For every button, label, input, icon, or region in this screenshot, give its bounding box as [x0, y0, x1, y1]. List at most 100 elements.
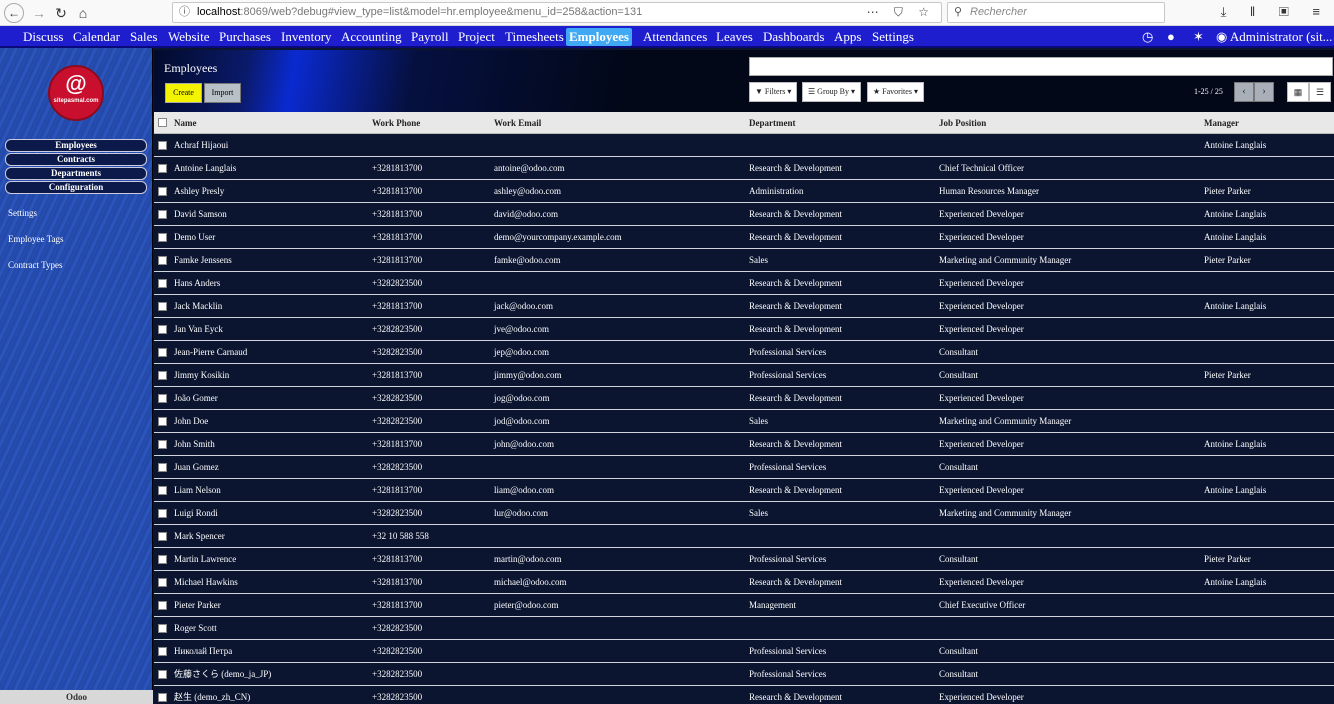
row-checkbox[interactable] — [158, 279, 167, 288]
sidebar-link-settings[interactable]: Settings — [8, 208, 37, 218]
filters-dropdown[interactable]: ▼ Filters ▾ — [749, 82, 798, 102]
app-menu-attendances[interactable]: Attendances — [640, 28, 710, 46]
page-actions-icon[interactable]: ⋯ ⛉ ☆ — [867, 3, 935, 22]
search-input[interactable] — [749, 57, 1333, 76]
row-checkbox[interactable] — [158, 463, 167, 472]
table-row[interactable]: Antoine Langlais +3281813700 antoine@odoo.… — [154, 157, 1334, 180]
table-row[interactable]: Roger Scott +3282823500 — [154, 617, 1334, 640]
row-checkbox[interactable] — [158, 601, 167, 610]
app-menu-project[interactable]: Project — [455, 28, 498, 46]
column-header-name[interactable]: Name — [174, 112, 197, 134]
column-header-work-phone[interactable]: Work Phone — [372, 112, 420, 134]
table-row[interactable]: Jimmy Kosikin +3281813700 jimmy@odoo.com Pr… — [154, 364, 1334, 387]
table-row[interactable]: Jack Macklin +3281813700 jack@odoo.com Rese… — [154, 295, 1334, 318]
sidebar-item-departments[interactable]: Departments — [5, 167, 147, 180]
chat-icon[interactable]: ● — [1167, 28, 1175, 46]
import-button[interactable]: Import — [204, 83, 241, 103]
table-row[interactable]: Jean-Pierre Carnaud +3282823500 jep@odoo.c… — [154, 341, 1334, 364]
app-menu-website[interactable]: Website — [165, 28, 213, 46]
powered-by-footer[interactable]: Odoo — [0, 690, 153, 704]
sidebar-item-contracts[interactable]: Contracts — [5, 153, 147, 166]
row-checkbox[interactable] — [158, 141, 167, 150]
app-menu-settings[interactable]: Settings — [869, 28, 917, 46]
app-menu-sales[interactable]: Sales — [127, 28, 160, 46]
table-row[interactable]: João Gomer +3282823500 jog@odoo.com Researc… — [154, 387, 1334, 410]
row-checkbox[interactable] — [158, 164, 167, 173]
browser-search-input[interactable]: ⚲ Rechercher — [947, 2, 1165, 23]
row-checkbox[interactable] — [158, 578, 167, 587]
table-row[interactable]: Pieter Parker +3281813700 pieter@odoo.com M… — [154, 594, 1334, 617]
row-checkbox[interactable] — [158, 624, 167, 633]
pager-value[interactable]: 1-25 / 25 — [1194, 87, 1223, 96]
row-checkbox[interactable] — [158, 647, 167, 656]
app-menu-dashboards[interactable]: Dashboards — [760, 28, 827, 46]
pager-next-button[interactable]: › — [1254, 82, 1274, 102]
row-checkbox[interactable] — [158, 302, 167, 311]
row-checkbox[interactable] — [158, 187, 167, 196]
info-icon[interactable]: ⓘ — [179, 3, 190, 22]
table-row[interactable]: Николай Петра +3282823500 Professional Ser… — [154, 640, 1334, 663]
reload-icon[interactable]: ↻ — [51, 3, 71, 23]
table-row[interactable]: Famke Jenssens +3281813700 famke@odoo.com S… — [154, 249, 1334, 272]
column-header-manager[interactable]: Manager — [1204, 112, 1239, 134]
back-icon[interactable]: ← — [4, 3, 24, 23]
app-menu-apps[interactable]: Apps — [831, 28, 864, 46]
row-checkbox[interactable] — [158, 325, 167, 334]
app-menu-leaves[interactable]: Leaves — [713, 28, 756, 46]
table-row[interactable]: Michael Hawkins +3281813700 michael@odoo.c… — [154, 571, 1334, 594]
row-checkbox[interactable] — [158, 371, 167, 380]
app-menu-discuss[interactable]: Discuss — [20, 28, 66, 46]
activity-icon[interactable]: ◷ — [1142, 28, 1153, 46]
group-by-dropdown[interactable]: ☰ Group By ▾ — [802, 82, 861, 102]
table-row[interactable]: 赵生 (demo_zh_CN) +3282823500 Research & Dev… — [154, 686, 1334, 704]
row-checkbox[interactable] — [158, 555, 167, 564]
sidebar-link-contract-types[interactable]: Contract Types — [8, 260, 62, 270]
table-row[interactable]: Liam Nelson +3281813700 liam@odoo.com Resea… — [154, 479, 1334, 502]
sidebar-link-employee-tags[interactable]: Employee Tags — [8, 234, 63, 244]
app-menu-payroll[interactable]: Payroll — [408, 28, 452, 46]
sidebar-item-configuration[interactable]: Configuration — [5, 181, 147, 194]
column-header-job-position[interactable]: Job Position — [939, 112, 986, 134]
column-header-work-email[interactable]: Work Email — [494, 112, 541, 134]
table-row[interactable]: Hans Anders +3282823500 Research & Develop… — [154, 272, 1334, 295]
row-checkbox[interactable] — [158, 394, 167, 403]
table-row[interactable]: 佐藤さくら (demo_ja_JP) +3282823500 Professiona… — [154, 663, 1334, 686]
table-row[interactable]: Jan Van Eyck +3282823500 jve@odoo.com Resea… — [154, 318, 1334, 341]
row-checkbox[interactable] — [158, 440, 167, 449]
app-menu-calendar[interactable]: Calendar — [70, 28, 123, 46]
row-checkbox[interactable] — [158, 210, 167, 219]
row-checkbox[interactable] — [158, 256, 167, 265]
row-checkbox[interactable] — [158, 486, 167, 495]
user-menu[interactable]: ◉ Administrator (sit... — [1216, 28, 1332, 46]
table-row[interactable]: Achraf Hijaoui Antoine Langlais — [154, 134, 1334, 157]
table-row[interactable]: John Smith +3281813700 john@odoo.com Resear… — [154, 433, 1334, 456]
row-checkbox[interactable] — [158, 233, 167, 242]
sidebar-item-employees[interactable]: Employees — [5, 139, 147, 152]
app-menu-purchases[interactable]: Purchases — [216, 28, 274, 46]
table-row[interactable]: Luigi Rondi +3282823500 lur@odoo.com Sales M… — [154, 502, 1334, 525]
home-icon[interactable]: ⌂ — [73, 3, 93, 23]
row-checkbox[interactable] — [158, 417, 167, 426]
row-checkbox[interactable] — [158, 532, 167, 541]
row-checkbox[interactable] — [158, 670, 167, 679]
debug-bug-icon[interactable]: ✶ — [1193, 28, 1204, 46]
forward-icon[interactable]: → — [29, 3, 49, 23]
row-checkbox[interactable] — [158, 509, 167, 518]
select-all-checkbox[interactable] — [158, 118, 167, 127]
app-menu-accounting[interactable]: Accounting — [338, 28, 405, 46]
browser-menu-icons[interactable]: ⤓ ‖ ▣ ≡ — [1221, 4, 1330, 20]
create-button[interactable]: Create — [165, 83, 202, 103]
column-header-department[interactable]: Department — [749, 112, 796, 134]
table-row[interactable]: David Samson +3281813700 david@odoo.com Res… — [154, 203, 1334, 226]
app-menu-inventory[interactable]: Inventory — [278, 28, 335, 46]
app-menu-employees[interactable]: Employees — [566, 28, 632, 46]
table-row[interactable]: Ashley Presly +3281813700 ashley@odoo.com A… — [154, 180, 1334, 203]
list-view-icon[interactable]: ☰ — [1309, 82, 1331, 102]
app-menu-timesheets[interactable]: Timesheets — [502, 28, 567, 46]
table-row[interactable]: Demo User +3281813700 demo@yourcompany.exa… — [154, 226, 1334, 249]
table-row[interactable]: Mark Spencer +32 10 588 558 — [154, 525, 1334, 548]
table-row[interactable]: John Doe +3282823500 jod@odoo.com Sales Mark… — [154, 410, 1334, 433]
pager-previous-button[interactable]: ‹ — [1234, 82, 1254, 102]
row-checkbox[interactable] — [158, 693, 167, 702]
table-row[interactable]: Juan Gomez +3282823500 Professional Servic… — [154, 456, 1334, 479]
